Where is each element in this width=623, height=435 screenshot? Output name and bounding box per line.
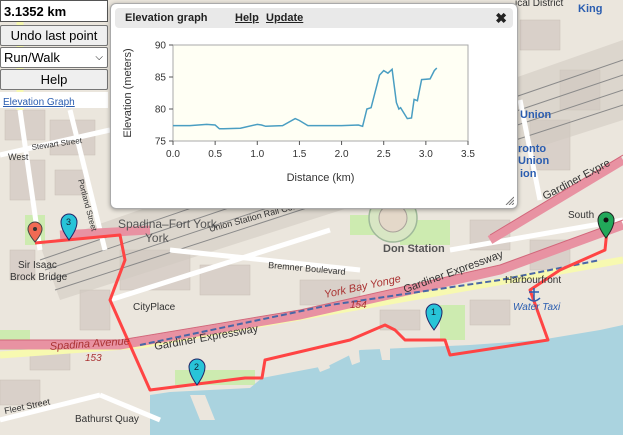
map-label-toronto: ronto: [518, 143, 546, 155]
map-label-york: York: [145, 231, 170, 245]
map-label-route-154: 154: [350, 300, 367, 311]
map-label-sir-isaac: Sir Isaac: [18, 260, 57, 271]
x-tick-label: 0.5: [208, 149, 222, 160]
svg-text:3: 3: [66, 217, 71, 227]
mode-select[interactable]: Run/Walk ⌵: [0, 47, 108, 68]
map-label-bathurst-quay: Bathurst Quay: [75, 414, 139, 425]
map-label-cityplace: CityPlace: [133, 302, 176, 313]
svg-text:2: 2: [194, 362, 199, 372]
elevation-graph-window[interactable]: Elevation graph Help Update ✖ Elevation …: [110, 3, 518, 209]
y-tick-label: 90: [155, 41, 167, 52]
graph-titlebar[interactable]: Elevation graph Help Update ✖: [115, 8, 513, 28]
y-tick-label: 85: [155, 73, 167, 84]
map-label-king: King: [578, 3, 602, 15]
x-tick-label: 3.5: [461, 149, 475, 160]
x-axis-label: Distance (km): [287, 172, 355, 184]
x-tick-label: 1.0: [250, 149, 264, 160]
y-tick-label: 75: [155, 137, 167, 148]
mode-select-value: Run/Walk: [4, 50, 60, 65]
graph-title: Elevation graph: [125, 12, 208, 24]
close-icon[interactable]: ✖: [495, 10, 507, 27]
map-label-route-153: 153: [85, 353, 102, 364]
x-tick-label: 0.0: [166, 149, 180, 160]
x-tick-label: 3.0: [419, 149, 433, 160]
map-label-south: South: [568, 210, 594, 221]
map-label-union2: Union: [518, 155, 549, 167]
elevation-graph-link[interactable]: Elevation Graph: [0, 97, 75, 108]
resize-handle-icon[interactable]: [504, 195, 514, 205]
x-tick-label: 2.5: [377, 149, 391, 160]
map-label-water-taxi: Water Taxi: [513, 302, 561, 313]
map-label-brock-bridge: Brock Bridge: [10, 272, 68, 283]
map-label-west: West: [8, 152, 29, 162]
map-label-don-station: Don Station: [383, 243, 445, 255]
map-label-union: Union: [520, 109, 551, 121]
undo-last-point-button[interactable]: Undo last point: [0, 25, 108, 46]
graph-update-link[interactable]: Update: [266, 12, 303, 24]
svg-text:1: 1: [431, 307, 436, 317]
elevation-chart: Elevation (meters) Distance (km) 0.0 0.5 1…: [122, 41, 475, 185]
map-label-harbourfront: Harbourfront: [505, 275, 561, 286]
distance-display: 3.1352 km: [0, 0, 108, 22]
map-label-district: ical District: [515, 0, 564, 9]
map-label-spadina-fort-york: Spadina–Fort York: [118, 217, 218, 231]
y-tick-label: 80: [155, 105, 167, 116]
help-button[interactable]: Help: [0, 69, 108, 90]
chevron-down-icon: ⌵: [95, 52, 103, 63]
y-axis-label: Elevation (meters): [122, 48, 134, 137]
x-tick-label: 1.5: [292, 149, 306, 160]
graph-help-link[interactable]: Help: [235, 12, 259, 24]
map-label-ion: ion: [520, 168, 537, 180]
x-tick-label: 2.0: [335, 149, 349, 160]
elevation-link-wrap: Elevation Graph: [0, 92, 108, 108]
